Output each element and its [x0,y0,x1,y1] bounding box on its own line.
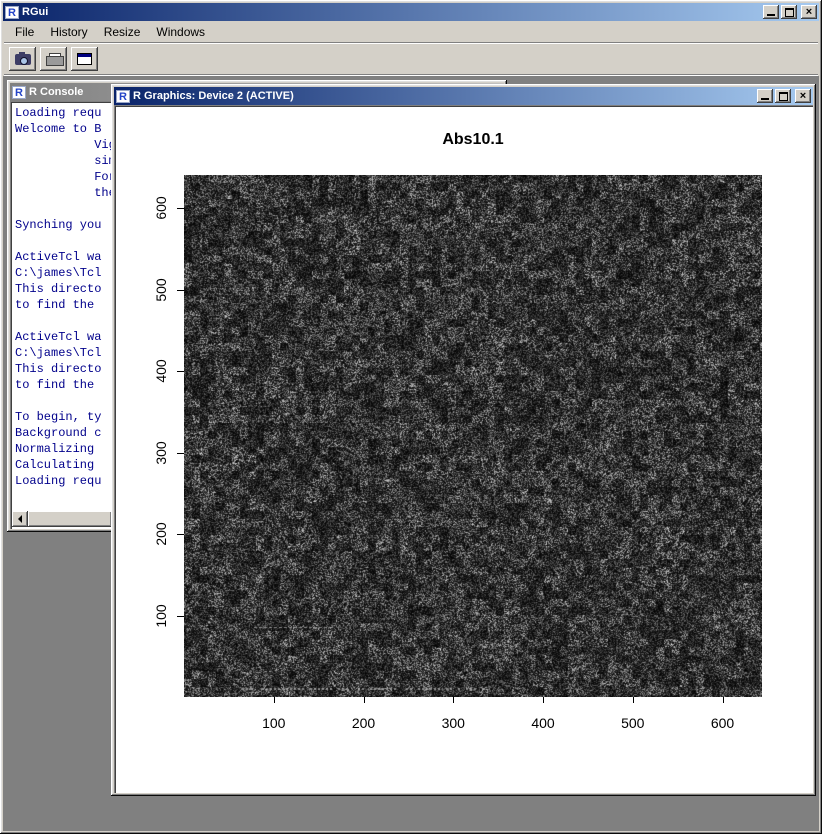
x-tick-mark [633,697,634,703]
graphics-titlebar[interactable]: R R Graphics: Device 2 (ACTIVE) × [114,87,813,105]
window-icon [77,53,92,65]
x-tick-label: 100 [262,715,285,731]
x-tick-mark [723,697,724,703]
plot-image [184,175,762,697]
r-logo-icon: R [5,6,19,19]
x-tick-mark [364,697,365,703]
menu-history[interactable]: History [42,22,95,42]
minimize-icon [767,14,775,16]
menu-resize[interactable]: Resize [96,22,149,42]
copy-plot-button[interactable] [9,47,36,71]
x-tick-label: 400 [531,715,554,731]
graphics-close-button[interactable]: × [795,89,811,103]
menu-windows[interactable]: Windows [148,22,213,42]
toolbar [3,44,819,74]
graphics-minimize-button[interactable] [757,89,773,103]
main-titlebar[interactable]: R RGui × [3,3,819,21]
y-tick-mark [177,453,184,454]
y-tick-label: 300 [153,441,169,464]
y-tick-label: 400 [153,360,169,383]
main-window-title: RGui [22,6,760,18]
arrow-left-icon [14,515,22,523]
close-icon: × [806,7,812,17]
y-tick-mark [177,616,184,617]
graphics-window-title: R Graphics: Device 2 (ACTIVE) [133,90,754,102]
y-tick-label: 100 [153,604,169,627]
x-tick-mark [274,697,275,703]
maximize-icon [779,92,788,101]
graphics-maximize-button[interactable] [775,89,791,103]
y-tick-label: 200 [153,522,169,545]
x-tick-mark [453,697,454,703]
x-tick-label: 300 [442,715,465,731]
mdi-area: R R Console Loading requWelcome to B Vig… [3,76,819,831]
menu-file[interactable]: File [7,22,42,42]
console-window-button[interactable] [71,47,98,71]
minimize-icon [761,98,769,100]
y-tick-mark [177,534,184,535]
x-axis: 100 200 300 400 500 600 [184,697,762,739]
y-tick-mark [177,371,184,372]
y-axis: 100 200 300 400 500 600 [114,175,184,697]
camera-icon [15,54,31,65]
r-graphics-window: R R Graphics: Device 2 (ACTIVE) × Abs10.… [111,84,816,796]
maximize-button[interactable] [781,5,797,19]
x-tick-label: 200 [352,715,375,731]
rgui-main-window: R RGui × File History Resize Windows R R… [0,0,822,834]
maximize-icon [785,8,794,17]
y-tick-label: 600 [153,197,169,220]
x-tick-label: 600 [711,715,734,731]
r-logo-icon: R [12,86,26,99]
printer-icon [46,53,62,66]
close-button[interactable]: × [801,5,817,19]
r-logo-icon: R [116,90,130,103]
x-tick-mark [543,697,544,703]
print-button[interactable] [40,47,67,71]
close-icon: × [800,91,806,101]
scroll-left-button[interactable] [12,511,28,527]
x-tick-label: 500 [621,715,644,731]
plot-area: Abs10.1 100 200 300 400 500 600 100 200 300 400 5… [114,105,813,793]
menubar: File History Resize Windows [3,21,819,42]
plot-title: Abs10.1 [184,131,762,149]
y-tick-label: 500 [153,278,169,301]
minimize-button[interactable] [763,5,779,19]
scrollbar-thumb[interactable] [28,511,112,527]
y-tick-mark [177,208,184,209]
y-tick-mark [177,290,184,291]
